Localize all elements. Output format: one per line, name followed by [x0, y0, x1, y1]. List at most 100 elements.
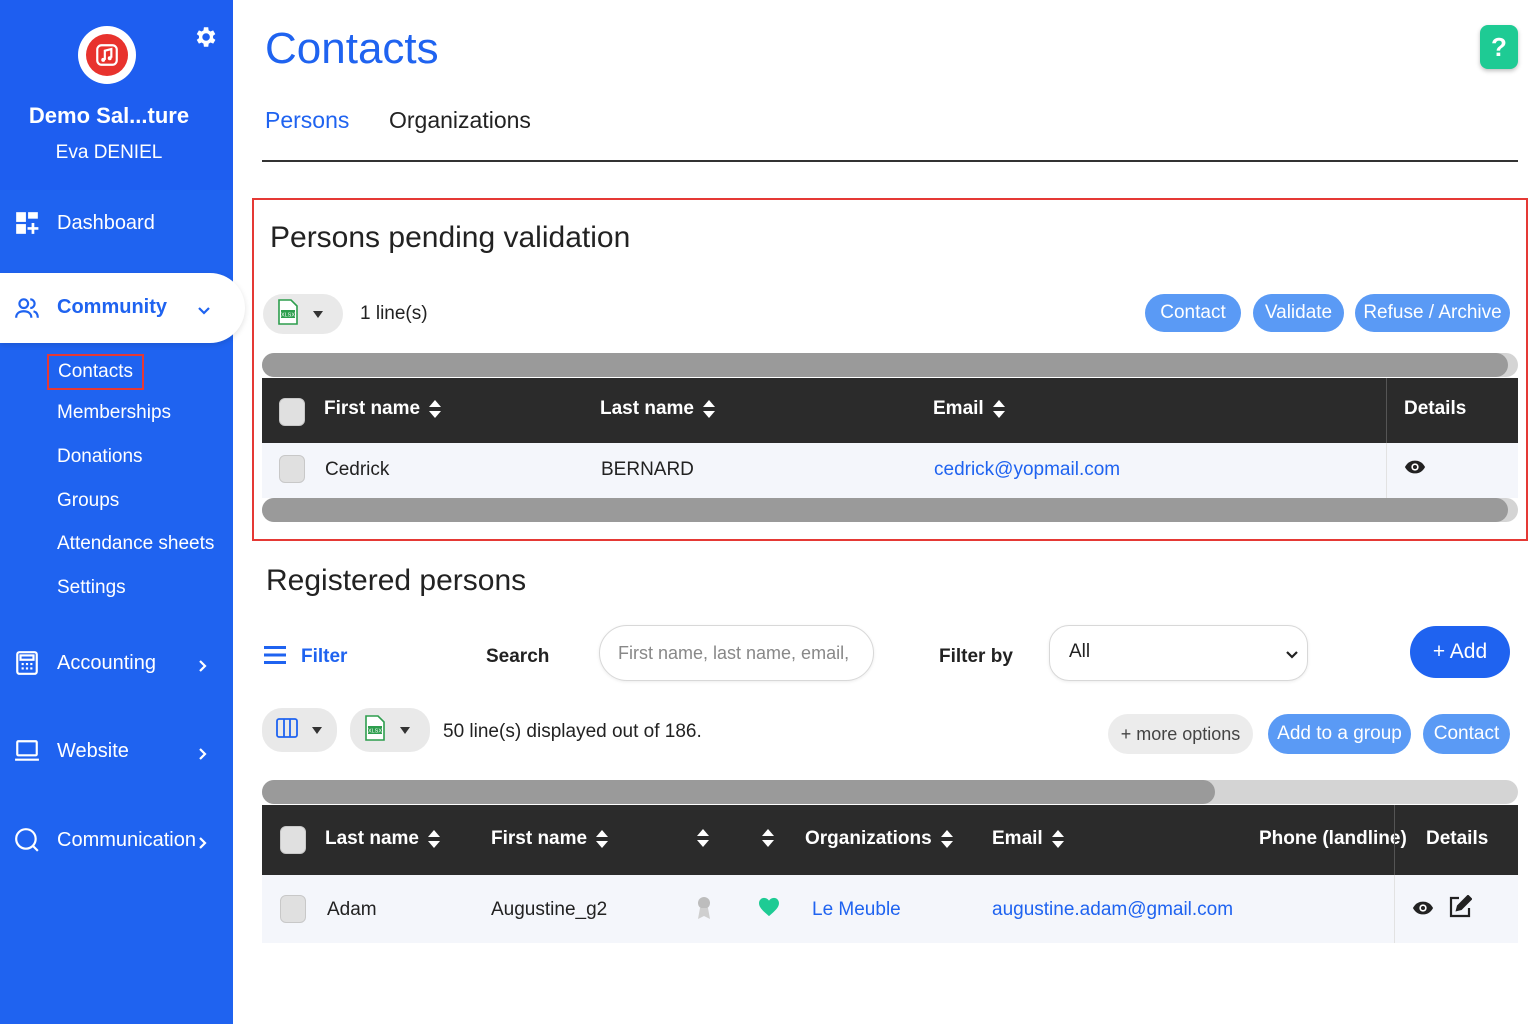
search-label: Search — [486, 646, 550, 667]
columns-toggle-button[interactable] — [262, 708, 337, 752]
sort-icon — [992, 400, 1005, 418]
sort-icon — [427, 830, 440, 848]
pending-top-scrollbar[interactable] — [262, 353, 1518, 377]
svg-text:XLSX: XLSX — [368, 728, 382, 734]
column-favorite-sort[interactable] — [753, 828, 775, 848]
column-details-label: Details — [1404, 398, 1467, 419]
scrollbar-thumb[interactable] — [262, 780, 1215, 804]
org-logo[interactable] — [78, 26, 136, 84]
nav-website[interactable]: Website — [0, 729, 233, 773]
sidebar-item-memberships[interactable]: Memberships — [57, 402, 171, 424]
registered-export-button[interactable]: XLSX — [350, 708, 430, 752]
tab-organizations[interactable]: Organizations — [389, 107, 531, 134]
pending-contact-button[interactable]: Contact — [1145, 294, 1241, 332]
nav-dashboard[interactable]: Dashboard — [0, 201, 233, 245]
row-checkbox[interactable] — [279, 455, 305, 483]
filter-icon[interactable] — [264, 645, 286, 665]
filter-by-select[interactable]: All — [1049, 625, 1308, 681]
cell-organization[interactable]: Le Meuble — [812, 899, 901, 921]
column-last-name[interactable]: Last name — [325, 828, 441, 850]
column-phone-label: Phone (landline) — [1259, 828, 1407, 849]
select-all-checkbox[interactable] — [280, 826, 306, 854]
column-details: Details — [1404, 398, 1466, 420]
nav-dashboard-label: Dashboard — [57, 211, 155, 234]
sort-icon — [702, 400, 715, 418]
column-last-name-label: Last name — [600, 398, 694, 419]
nav-communication[interactable]: Communication — [0, 818, 233, 862]
registered-table-header: Last name First name Organizations Email… — [262, 805, 1518, 875]
column-badge-sort[interactable] — [688, 828, 710, 848]
pending-line-count: 1 line(s) — [360, 303, 428, 324]
scrollbar-thumb[interactable] — [262, 353, 1508, 377]
sidebar-item-attendance-sheets[interactable]: Attendance sheets — [57, 533, 214, 555]
eye-icon[interactable] — [1404, 459, 1426, 481]
scrollbar-thumb[interactable] — [262, 498, 1508, 522]
nav-community-label: Community — [57, 296, 167, 318]
filter-toggle[interactable]: Filter — [301, 646, 347, 668]
svg-text:XLSX: XLSX — [281, 312, 295, 318]
sidebar-item-settings[interactable]: Settings — [57, 577, 126, 599]
eye-icon[interactable] — [1412, 900, 1434, 922]
validate-button[interactable]: Validate — [1253, 294, 1344, 332]
nav-communication-label: Communication — [57, 828, 196, 851]
help-button[interactable]: ? — [1480, 25, 1518, 69]
ribbon-icon — [696, 895, 712, 927]
sidebar-item-donations[interactable]: Donations — [57, 446, 143, 468]
dashboard-icon — [14, 210, 40, 236]
page-title: Contacts — [265, 24, 439, 73]
chevron-right-icon — [196, 744, 210, 760]
sort-icon — [429, 400, 442, 418]
cell-email[interactable]: augustine.adam@gmail.com — [992, 899, 1233, 921]
registered-contact-button[interactable]: Contact — [1423, 714, 1510, 754]
column-first-name[interactable]: First name — [324, 398, 442, 420]
cell-first-name: Cedrick — [325, 459, 390, 480]
column-details-label: Details — [1426, 828, 1489, 849]
registered-line-count: 50 line(s) displayed out of 186. — [443, 721, 702, 742]
table-row: Adam Augustine_g2 Le Meuble augustine.ad… — [262, 875, 1518, 943]
more-options-button[interactable]: + more options — [1108, 714, 1253, 754]
sort-icon — [1051, 830, 1064, 848]
column-email-label: Email — [992, 828, 1043, 849]
cell-last-name: Adam — [327, 899, 377, 920]
caret-down-icon — [400, 726, 410, 734]
gear-icon[interactable] — [192, 24, 218, 50]
refuse-archive-button[interactable]: Refuse / Archive — [1355, 294, 1510, 332]
tab-persons[interactable]: Persons — [265, 107, 349, 134]
org-name: Demo Sal...ture — [28, 103, 190, 128]
search-input[interactable] — [599, 625, 874, 681]
column-divider — [1386, 443, 1387, 498]
caret-down-icon — [312, 726, 322, 734]
registered-scrollbar[interactable] — [262, 780, 1518, 804]
select-all-checkbox[interactable] — [279, 398, 305, 426]
users-icon — [14, 295, 40, 321]
edit-icon[interactable] — [1448, 894, 1473, 925]
nav-community[interactable]: Community — [0, 273, 245, 343]
column-email[interactable]: Email — [992, 828, 1065, 850]
column-first-name-label: First name — [491, 828, 588, 849]
pending-table-header: First name Last name Email Details — [262, 378, 1518, 443]
filter-by-value: All — [1069, 641, 1091, 662]
chat-icon — [14, 827, 40, 853]
pending-export-button[interactable]: XLSX — [263, 294, 343, 334]
columns-icon — [276, 717, 298, 743]
column-first-name-label: First name — [324, 398, 421, 419]
nav-website-label: Website — [57, 739, 129, 762]
add-person-button[interactable]: + Add — [1410, 626, 1510, 678]
column-email[interactable]: Email — [933, 398, 1006, 420]
tabs-divider — [262, 160, 1518, 162]
heart-icon[interactable] — [758, 897, 780, 923]
column-last-name[interactable]: Last name — [600, 398, 716, 420]
pending-section-title: Persons pending validation — [270, 221, 631, 254]
cell-email[interactable]: cedrick@yopmail.com — [934, 459, 1120, 481]
add-to-group-button[interactable]: Add to a group — [1268, 714, 1411, 754]
sidebar: Demo Sal...ture Eva DENIEL Dashboard Com… — [0, 0, 245, 1024]
column-organizations[interactable]: Organizations — [805, 828, 954, 850]
music-note-icon — [86, 34, 128, 76]
pending-bottom-scrollbar[interactable] — [262, 498, 1518, 522]
sidebar-item-groups[interactable]: Groups — [57, 490, 119, 512]
cell-last-name: BERNARD — [601, 459, 694, 480]
row-checkbox[interactable] — [280, 895, 306, 923]
nav-accounting[interactable]: Accounting — [0, 641, 233, 685]
sidebar-item-contacts[interactable]: Contacts — [47, 354, 144, 390]
column-first-name[interactable]: First name — [491, 828, 609, 850]
